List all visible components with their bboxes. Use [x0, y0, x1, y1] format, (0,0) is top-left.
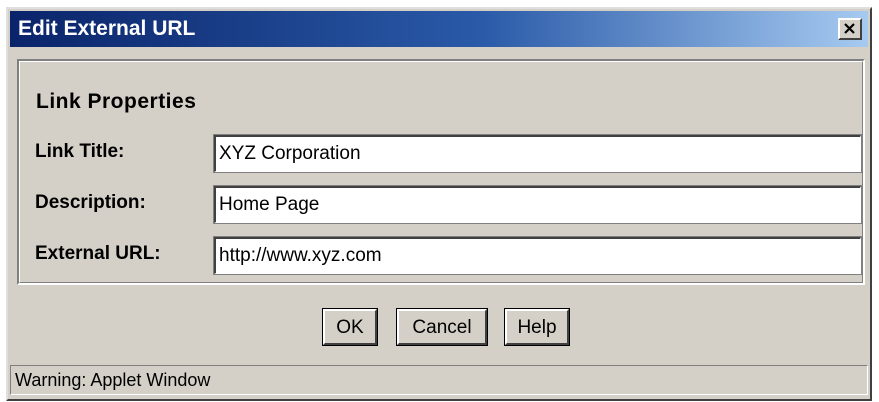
link-properties-panel: Link Properties Link Title: Description:… [17, 59, 865, 285]
external-url-input[interactable] [213, 236, 862, 275]
close-button[interactable] [838, 18, 862, 40]
close-icon [844, 23, 855, 34]
description-label: Description: [35, 192, 146, 213]
title-bar[interactable]: Edit External URL [10, 11, 868, 47]
external-url-label: External URL: [35, 243, 161, 264]
dialog-window: Edit External URL Link Properties Link T… [6, 7, 872, 401]
description-input[interactable] [213, 185, 862, 224]
window-title: Edit External URL [18, 17, 196, 40]
cancel-button[interactable]: Cancel [396, 308, 488, 346]
section-heading: Link Properties [36, 90, 197, 113]
link-title-label: Link Title: [35, 141, 125, 162]
ok-button[interactable]: OK [322, 308, 378, 346]
help-button[interactable]: Help [504, 308, 570, 346]
link-title-input[interactable] [213, 134, 862, 173]
status-bar: Warning: Applet Window [10, 365, 868, 395]
